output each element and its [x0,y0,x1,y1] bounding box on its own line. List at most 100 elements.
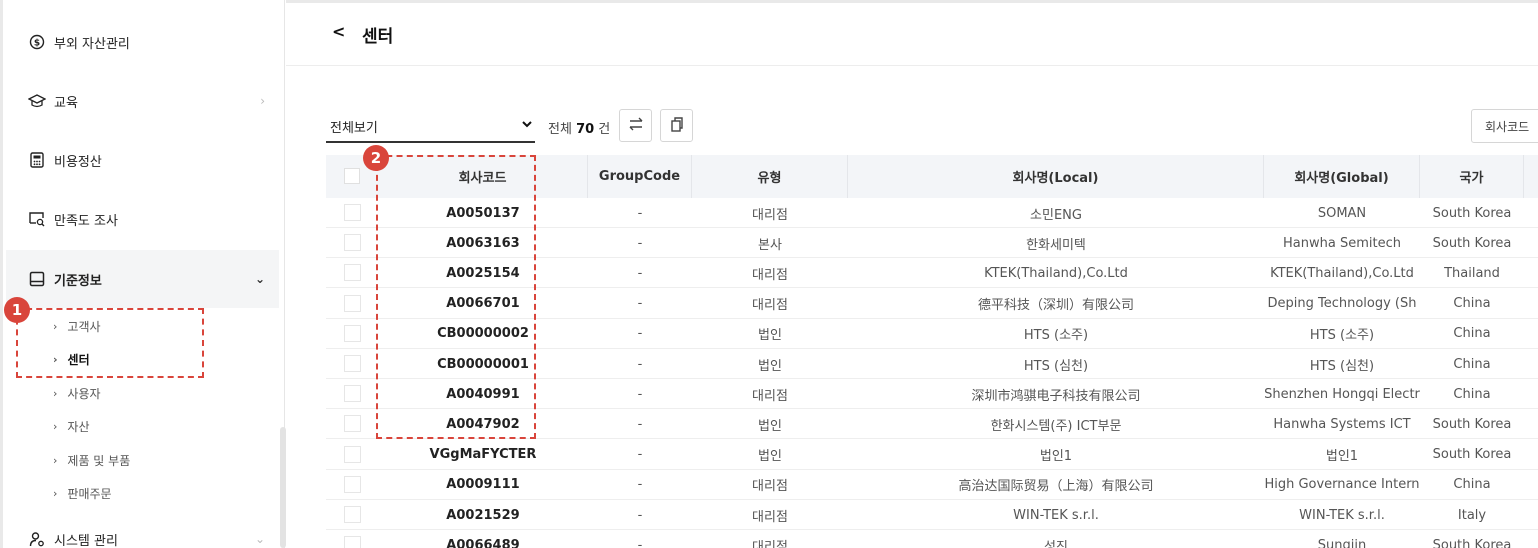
cell-country: Italy [1457,507,1487,523]
cell-group-code: - [637,477,643,493]
back-button[interactable]: < [332,22,345,41]
sidebar-subitem-asset[interactable]: › 자산 [53,414,90,438]
table-row[interactable]: A0021529 - 대리점 WIN-TEK s.r.l. WIN-TEK s.r.l.… [326,500,1538,530]
cell-type: 대리점 [752,298,788,314]
cell-name-local: HTS (소주) [1023,328,1089,344]
row-checkbox[interactable] [344,324,361,342]
cell-name-global: HTS (심천) [1309,358,1375,374]
sidebar-subitem-user[interactable]: › 사용자 [53,381,101,405]
chevron-down-icon [521,118,533,133]
sidebar-item-survey[interactable]: 만족도 조사 [6,190,279,248]
row-checkbox[interactable] [344,536,361,548]
sidebar-subitem-sales-order[interactable]: › 판매주문 [53,481,112,505]
column-header-type[interactable]: 유형 [692,155,848,198]
select-all-checkbox[interactable] [344,168,360,184]
view-select[interactable]: 전체보기 [326,112,535,143]
cell-name-local: 한화시스템(주) ICT부문 [990,418,1122,434]
cell-name-local: 高治达国际贸易（上海）有限公司 [958,479,1154,495]
user-settings-icon [28,530,46,548]
cell-name-local: KTEK(Thailand),Co.Ltd [984,265,1128,281]
row-checkbox[interactable] [344,355,361,372]
cell-group-code: - [637,235,643,251]
cell-name-global: 법인1 [1325,449,1359,465]
cell-company-code: VGgMaFYCTER [429,447,537,463]
view-select-value: 전체보기 [330,121,378,136]
table-row[interactable]: A0066489 - 대리점 성진 Sungjin South Korea [326,530,1538,548]
survey-icon [28,210,46,228]
cell-type: 대리점 [752,207,788,223]
sidebar-scrollbar[interactable] [280,427,286,548]
sidebar-item-offbook-assets[interactable]: $ 부외 자산관리 [6,13,279,71]
cell-name-global: Shenzhen Hongqi Electr [1264,386,1420,402]
row-checkbox[interactable] [344,445,361,463]
sidebar-item-label: 만족도 조사 [54,213,118,229]
row-checkbox[interactable] [344,204,361,221]
sidebar-item-expense[interactable]: 비용정산 [6,131,279,189]
cell-country: China [1453,386,1491,402]
row-checkbox[interactable] [344,415,361,433]
row-checkbox[interactable] [344,475,361,493]
cell-type: 법인 [758,328,782,344]
calculator-icon [28,151,46,169]
annotation-badge-2: 2 [363,145,389,171]
row-checkbox[interactable] [344,506,361,523]
cell-type: 대리점 [752,539,788,548]
cell-name-local: 성진 [1044,539,1068,548]
cell-group-code: - [637,537,643,548]
cell-group-code: - [637,326,643,342]
row-checkbox[interactable] [344,264,361,282]
money-circle-icon: $ [28,33,46,51]
table-row[interactable]: VGgMaFYCTER - 법인 법인1 법인1 South Korea [326,440,1538,470]
cell-company-code: A0066489 [446,537,520,548]
sidebar-subitem-label: 자산 [67,419,90,434]
cell-country: South Korea [1432,447,1512,463]
chevron-down-icon: ⌄ [254,532,265,546]
column-header-group-code[interactable]: GroupCode [588,155,692,198]
cell-country: South Korea [1432,235,1512,251]
cell-country: China [1453,477,1491,493]
column-header-name-local[interactable]: 회사명(Local) [848,155,1264,198]
cell-type: 대리점 [752,388,788,404]
cell-type: 대리점 [752,479,788,495]
cell-group-code: - [637,296,643,312]
page-header: < 센터 [286,0,1538,66]
column-header-country[interactable]: 국가 [1420,155,1524,198]
cell-name-local: 소민ENG [1030,207,1082,223]
sidebar: $ 부외 자산관리 교육 › 비용정산 만족도 조사 기준정보 ⌄ › 고객사 … [0,0,286,548]
cell-type: 대리점 [752,509,788,525]
cell-group-code: - [637,265,643,281]
chevron-right-icon: › [53,419,58,433]
company-code-button[interactable]: 회사코드 [1471,109,1538,143]
sidebar-item-label: 시스템 관리 [54,533,118,548]
row-checkbox[interactable] [344,234,361,252]
table-row[interactable]: A0009111 - 대리점 高治达国际贸易（上海）有限公司 High Governan… [326,470,1538,500]
cell-type: 법인 [758,449,782,465]
cell-name-global: WIN-TEK s.r.l. [1299,507,1385,523]
sidebar-subitem-label: 제품 및 부품 [67,453,131,468]
sidebar-item-system-admin[interactable]: 시스템 관리 ⌄ [6,510,279,548]
cell-name-local: 德平科技（深圳）有限公司 [977,298,1134,314]
cell-type: 법인 [758,418,782,434]
cell-type: 대리점 [752,267,788,283]
copy-icon [669,116,685,136]
cell-country: China [1453,326,1491,342]
sidebar-item-label: 기준정보 [54,273,102,289]
cell-type: 법인 [758,358,782,374]
cell-name-global: Deping Technology (Sh [1267,296,1417,312]
swap-button[interactable] [619,109,652,142]
standard-info-icon [28,270,46,288]
page-title: 센터 [362,27,394,47]
sidebar-subitem-products-parts[interactable]: › 제품 및 부품 [53,448,130,472]
copy-button[interactable] [660,109,693,142]
sidebar-item-label: 교육 [54,95,78,111]
cell-group-code: - [637,386,643,402]
count-prefix: 전체 [548,122,572,137]
row-checkbox[interactable] [344,385,361,403]
sidebar-subitem-label: 판매주문 [67,486,112,501]
cell-company-code: A0009111 [446,477,520,493]
sidebar-item-standard-info[interactable]: 기준정보 ⌄ [6,250,279,308]
cell-country: China [1453,356,1491,372]
row-checkbox[interactable] [344,294,361,312]
sidebar-item-education[interactable]: 교육 › [6,72,279,130]
column-header-name-global[interactable]: 회사명(Global) [1264,155,1420,198]
